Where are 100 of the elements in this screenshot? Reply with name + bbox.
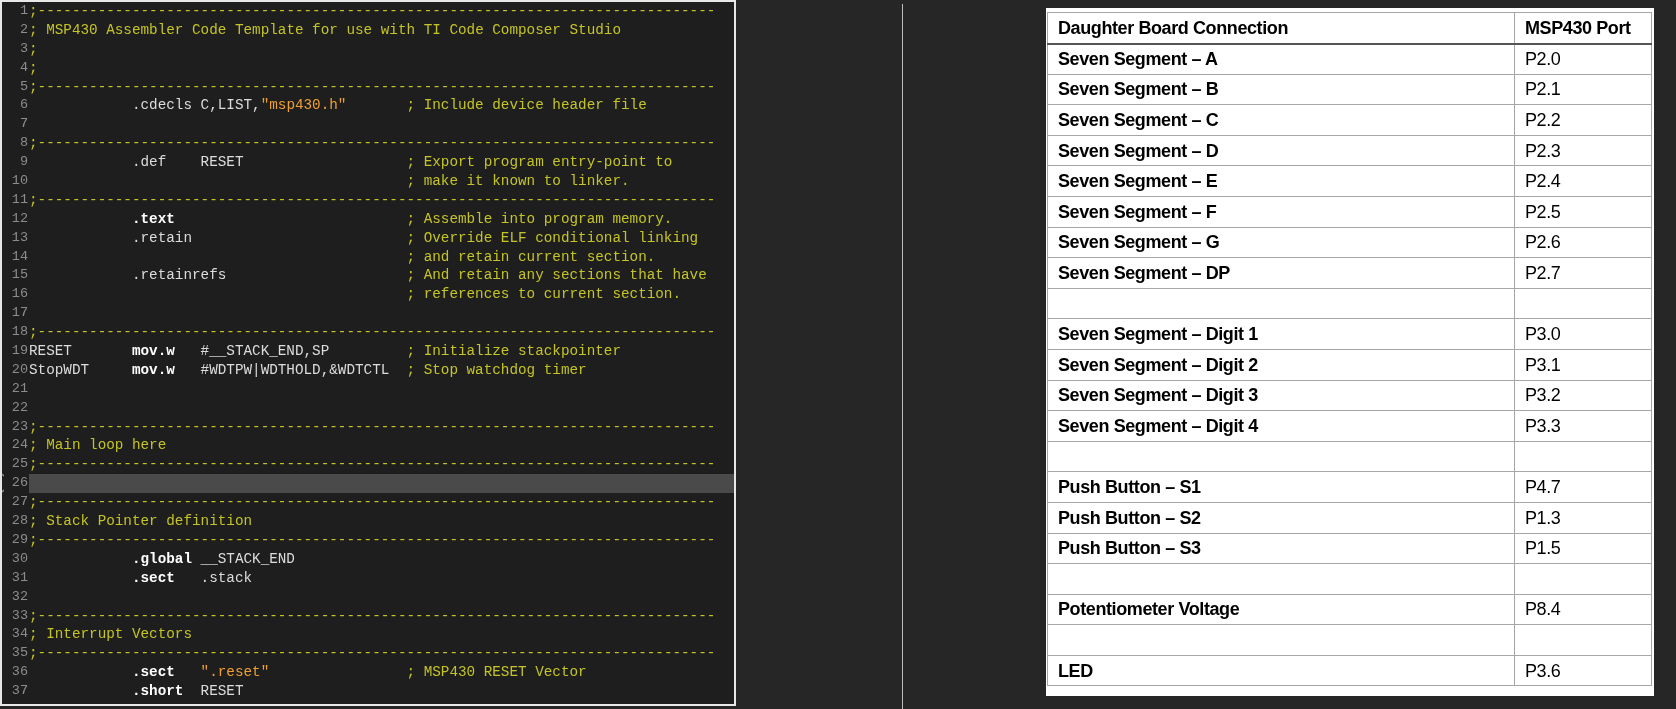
table-cell: Push Button – S3 xyxy=(1047,533,1515,564)
line-number: 3 xyxy=(18,39,28,58)
table-cell: P8.4 xyxy=(1514,594,1652,625)
table-cell: P4.7 xyxy=(1514,471,1652,503)
code-label: StopWDT xyxy=(29,360,91,380)
column-header: MSP430 Port xyxy=(1514,12,1652,44)
line-number: 25 xyxy=(10,455,28,474)
code-operand: #WDTPW|WDTHOLD,&WDTCTL xyxy=(200,360,391,380)
table-cell: P1.3 xyxy=(1514,502,1652,533)
line-number: 24 xyxy=(10,436,28,455)
table-cell: P2.1 xyxy=(1514,74,1652,105)
table-cell: Seven Segment – DP xyxy=(1047,257,1515,289)
code-comment: ; Assemble into program memory. xyxy=(406,209,674,229)
line-number: 7 xyxy=(18,115,28,134)
line-number: 2 xyxy=(18,20,28,39)
code-comment: ; Initialize stackpointer xyxy=(406,342,622,361)
line-number: 12 xyxy=(10,209,28,228)
line-number: 4 xyxy=(18,58,28,77)
code-comment: ; Main loop here xyxy=(29,436,168,456)
line-number: 20 xyxy=(10,360,28,379)
code-comment: ; Override ELF conditional linking xyxy=(406,228,700,248)
table-cell: Seven Segment – Digit 3 xyxy=(1047,380,1515,411)
column-header: Daughter Board Connection xyxy=(1047,12,1515,44)
line-number: 32 xyxy=(10,587,28,606)
code-comment: ;------------------------------------------------------------------------------- xyxy=(29,323,717,343)
code-comment: ; MSP430 Assembler Code Template for use with TI Code Composer Studio xyxy=(29,20,622,40)
table-cell: LED xyxy=(1047,655,1515,686)
code-comment: ;------------------------------------------------------------------------------- xyxy=(29,77,717,97)
code-comment: ; references to current section. xyxy=(406,285,683,305)
table-cell: Potentiometer Voltage xyxy=(1047,594,1515,625)
table-cell: Seven Segment – E xyxy=(1047,165,1515,197)
code-comment: ;------------------------------------------------------------------------------- xyxy=(29,530,717,550)
table-cell: Seven Segment – Digit 4 xyxy=(1047,410,1515,442)
table-cell: P2.0 xyxy=(1514,43,1652,75)
code-keyword: .retainrefs xyxy=(131,266,228,286)
table-cell: Seven Segment – Digit 1 xyxy=(1047,318,1515,350)
line-number: 29 xyxy=(10,530,28,549)
code-operand: ".reset" xyxy=(200,663,271,683)
line-number: 36 xyxy=(10,663,28,682)
code-keyword: .def xyxy=(131,153,168,173)
code-label: RESET xyxy=(29,342,73,361)
line-number: 16 xyxy=(10,285,28,304)
code-comment: ;------------------------------------------------------------------------------- xyxy=(29,190,717,210)
line-number: 34 xyxy=(10,625,28,644)
line-number: 37 xyxy=(10,682,28,701)
code-comment: ;------------------------------------------------------------------------------- xyxy=(29,134,717,154)
table-cell: P3.2 xyxy=(1514,380,1652,411)
table-cell: Seven Segment – G xyxy=(1047,227,1515,258)
code-keyword: mov.w xyxy=(131,360,176,380)
line-number: 18 xyxy=(10,323,28,342)
code-operand: RESET xyxy=(200,682,245,701)
code-comment: ; make it known to linker. xyxy=(406,172,631,191)
code-operand: #__STACK_END,SP xyxy=(200,342,331,361)
table-cell: P3.1 xyxy=(1514,349,1652,381)
line-number: 30 xyxy=(10,549,28,568)
code-keyword: mov.w xyxy=(131,342,176,361)
code-comment: ; Include device header file xyxy=(406,96,648,116)
line-number: 9 xyxy=(18,153,28,172)
code-comment: ;------------------------------------------------------------------------------- xyxy=(29,455,717,475)
table-cell: P2.3 xyxy=(1514,135,1652,166)
table-cell: Seven Segment – D xyxy=(1047,135,1515,166)
code-comment: ;------------------------------------------------------------------------------- xyxy=(29,606,717,626)
table-cell: Seven Segment – F xyxy=(1047,196,1515,228)
table-cell: Push Button – S2 xyxy=(1047,502,1515,533)
table-cell: Seven Segment – B xyxy=(1047,74,1515,105)
line-number: 11 xyxy=(10,190,28,209)
code-keyword: .sect xyxy=(131,663,176,683)
table-cell: P2.4 xyxy=(1514,165,1652,197)
code-comment: ;------------------------------------------------------------------------------- xyxy=(29,417,717,437)
line-number: 6 xyxy=(18,96,28,115)
code-comment: ; MSP430 RESET Vector xyxy=(406,663,588,683)
code-keyword: .short xyxy=(131,682,185,701)
line-number: 17 xyxy=(10,304,28,323)
code-comment: ; Stack Pointer definition xyxy=(29,512,254,531)
code-keyword: .sect xyxy=(131,568,176,588)
code-comment: ; xyxy=(29,39,39,59)
code-comment: ;------------------------------------------------------------------------------- xyxy=(29,493,717,513)
table-cell: Seven Segment – A xyxy=(1047,43,1515,75)
table-cell: P2.7 xyxy=(1514,257,1652,289)
table-cell: Push Button – S1 xyxy=(1047,471,1515,503)
table-cell: P1.5 xyxy=(1514,533,1652,564)
line-number: 28 xyxy=(10,512,28,531)
line-number: 22 xyxy=(10,398,28,417)
code-comment: ; and retain current section. xyxy=(406,247,657,267)
code-comment: ; xyxy=(29,58,39,78)
code-comment: ; Export program entry-point to xyxy=(406,153,674,173)
line-number: 21 xyxy=(10,379,28,398)
table-cell: P2.2 xyxy=(1514,104,1652,136)
line-number: 33 xyxy=(10,606,28,625)
code-comment: ; And retain any sections that have xyxy=(406,266,708,286)
table-cell: P3.3 xyxy=(1514,410,1652,442)
line-number: 15 xyxy=(10,266,28,285)
line-number: 26 xyxy=(10,474,28,493)
line-number: 10 xyxy=(10,172,28,190)
code-keyword: .global xyxy=(131,549,193,569)
table-cell: P3.0 xyxy=(1514,318,1652,350)
code-keyword: .retain xyxy=(131,228,193,248)
code-operand: .stack xyxy=(200,568,254,588)
line-number: 31 xyxy=(10,568,28,587)
code-comment: ;------------------------------------------------------------------------------- xyxy=(29,644,717,664)
